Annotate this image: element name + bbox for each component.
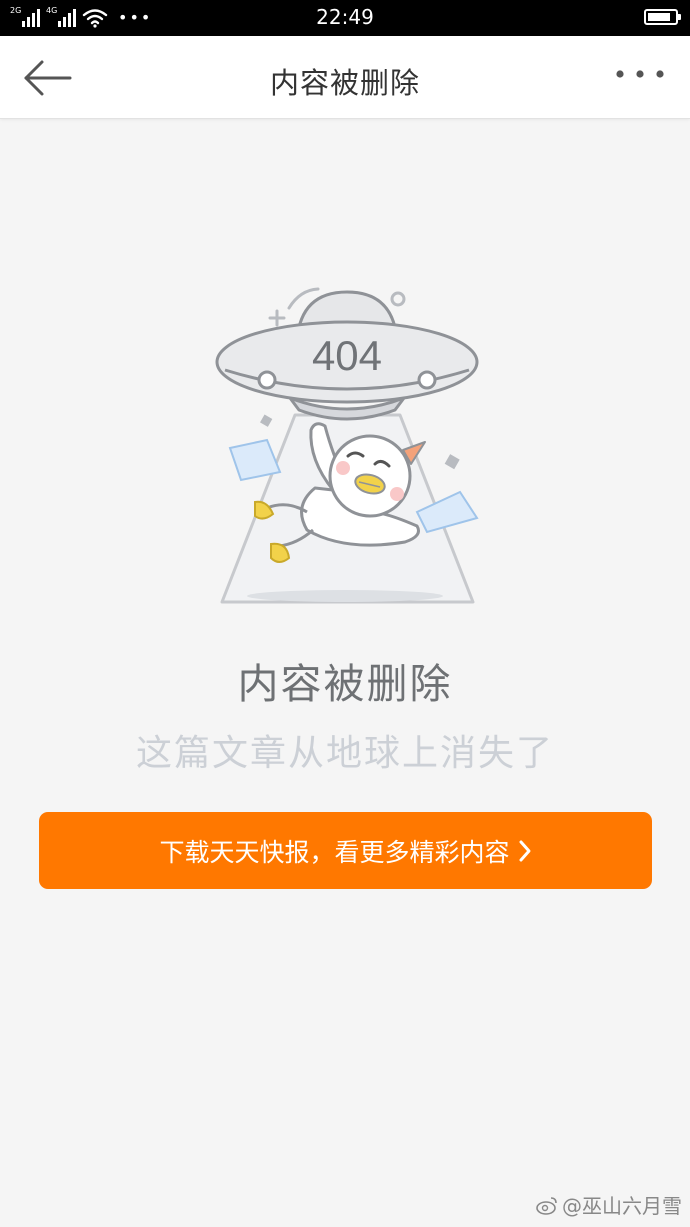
chevron-right-icon [519,840,530,861]
battery-icon [644,9,681,25]
header: 内容被删除 [0,36,690,119]
more-dots-icon [616,70,664,78]
download-app-button[interactable]: 下载天天快报，看更多精彩内容 [39,812,652,889]
weibo-logo-icon [536,1196,557,1215]
error-title: 内容被删除 [237,660,453,708]
status-bar: 2G 4G ••• 22:49 [0,0,690,36]
page-title: 内容被删除 [269,66,420,100]
watermark-text: @巫山六月雪 [562,1194,682,1218]
error-code-label: 404 [312,332,382,379]
error-subtitle: 这篇文章从地球上消失了 [135,733,554,774]
clock: 22:49 [316,5,374,29]
download-app-label: 下载天天快报，看更多精彩内容 [159,837,510,867]
battery-level [648,13,671,21]
more-button[interactable] [614,66,666,82]
watermark: @巫山六月雪 [536,1190,682,1219]
ufo-404-illustration: 404 [205,280,490,610]
